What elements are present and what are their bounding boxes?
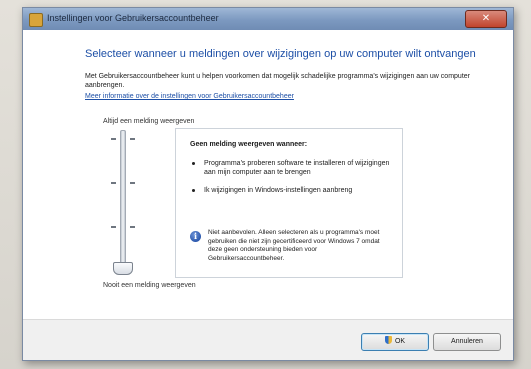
slider-tick (111, 226, 116, 228)
slider-tick (130, 138, 135, 140)
description-title: Geen melding weergeven wanneer: (190, 141, 308, 148)
slider-top-label: Altijd een melding weergeven (103, 118, 195, 125)
slider-tick (111, 182, 116, 184)
list-item: Programma's proberen software te install… (190, 159, 390, 177)
page-title: Selecteer wanneer u meldingen over wijzi… (85, 48, 476, 60)
slider-tick (130, 226, 135, 228)
title-bar[interactable]: Instellingen voor Gebruikersaccountbehee… (23, 8, 513, 30)
close-icon: ✕ (481, 13, 491, 24)
window-title: Instellingen voor Gebruikersaccountbehee… (47, 13, 219, 23)
list-item-text: Programma's proberen software te install… (204, 160, 390, 176)
uac-shield-icon (384, 336, 392, 344)
ok-button-label: OK (394, 338, 406, 345)
slider-thumb[interactable] (113, 262, 133, 275)
dialog-content: Selecteer wanneer u meldingen over wijzi… (23, 30, 513, 360)
uac-settings-window: Instellingen voor Gebruikersaccountbehee… (22, 7, 514, 361)
intro-text: Met Gebruikersaccountbeheer kunt u helpe… (85, 73, 470, 89)
slider-bottom-label: Nooit een melding weergeven (103, 282, 196, 289)
bullet-icon (192, 189, 195, 192)
more-info-link[interactable]: Meer informatie over de instellingen voo… (85, 93, 294, 100)
description-list: Programma's proberen software te install… (190, 159, 390, 204)
bullet-icon (192, 162, 195, 165)
not-recommended-note: Niet aanbevolen. Alleen selecteren als u… (208, 229, 380, 262)
slider-tick (130, 182, 135, 184)
description-panel: Geen melding weergeven wanneer: Programm… (175, 128, 403, 278)
button-bar: OK Annuleren (23, 319, 513, 360)
cancel-button[interactable]: Annuleren (433, 333, 501, 351)
list-item: Ik wijzigingen in Windows-instellingen a… (190, 186, 390, 195)
info-icon: i (190, 231, 201, 242)
ok-button[interactable]: OK (361, 333, 429, 351)
close-button[interactable]: ✕ (465, 10, 507, 28)
notification-level-slider[interactable] (120, 130, 126, 274)
control-panel-icon (29, 13, 43, 27)
list-item-text: Ik wijzigingen in Windows-instellingen a… (204, 187, 353, 194)
slider-tick (111, 138, 116, 140)
